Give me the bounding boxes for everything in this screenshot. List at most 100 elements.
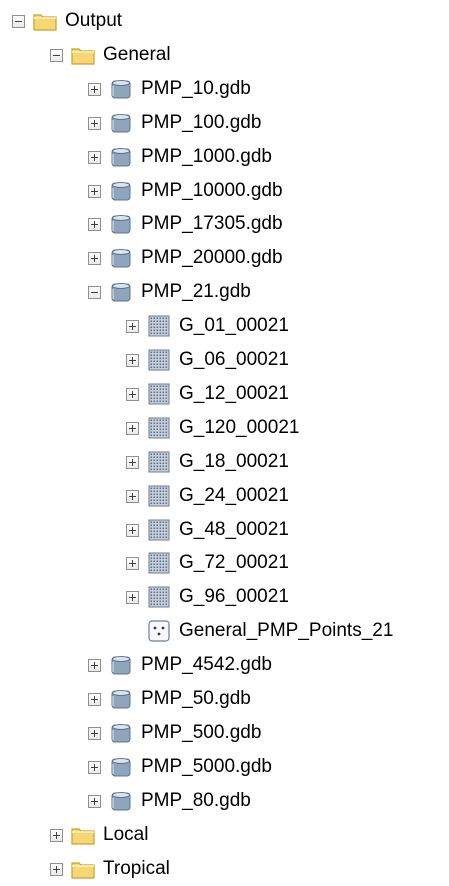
tree-node-label: PMP_500.gdb xyxy=(141,722,262,743)
geodatabase-icon xyxy=(109,721,133,745)
tree-node-g-24-00021[interactable]: G_24_00021 xyxy=(126,481,289,511)
expand-toggle-icon[interactable] xyxy=(88,82,101,96)
tree-node-label: PMP_4542.gdb xyxy=(141,654,272,675)
tree-node-label: G_01_00021 xyxy=(179,315,289,336)
tree-node-label: PMP_1000.gdb xyxy=(141,146,272,167)
expand-toggle-icon[interactable] xyxy=(88,794,101,808)
tree-node-label: PMP_21.gdb xyxy=(141,281,251,302)
tree-node-g-06-00021[interactable]: G_06_00021 xyxy=(126,345,289,375)
expand-toggle-icon[interactable] xyxy=(126,319,139,333)
expand-toggle-icon[interactable] xyxy=(88,150,101,164)
expand-toggle-icon[interactable] xyxy=(88,184,101,198)
expand-toggle-icon[interactable] xyxy=(88,217,101,231)
expand-toggle-icon[interactable] xyxy=(126,556,139,570)
tree-node-pmp-1000-gdb[interactable]: PMP_1000.gdb xyxy=(88,142,272,172)
raster-icon xyxy=(147,518,171,542)
tree-node-label: PMP_20000.gdb xyxy=(141,247,283,268)
tree-node-g-96-00021[interactable]: G_96_00021 xyxy=(126,582,289,612)
tree-node-pmp-10000-gdb[interactable]: PMP_10000.gdb xyxy=(88,176,283,206)
collapse-toggle-icon[interactable] xyxy=(50,48,63,62)
expand-toggle-icon[interactable] xyxy=(88,251,101,265)
folder-icon xyxy=(71,857,95,881)
tree-node-general-pmp-points-21[interactable]: General_PMP_Points_21 xyxy=(126,616,393,646)
tree-node-label: PMP_17305.gdb xyxy=(141,213,283,234)
tree-node-pmp-5000-gdb[interactable]: PMP_5000.gdb xyxy=(88,752,272,782)
folder-icon xyxy=(33,9,57,33)
folder-icon xyxy=(71,43,95,67)
raster-icon xyxy=(147,450,171,474)
tree-node-label: Tropical xyxy=(103,858,170,879)
tree-node-label: G_12_00021 xyxy=(179,383,289,404)
geodatabase-icon xyxy=(109,246,133,270)
tree-node-pmp-17305-gdb[interactable]: PMP_17305.gdb xyxy=(88,209,283,239)
tree-node-label: G_24_00021 xyxy=(179,485,289,506)
tree-node-label: PMP_80.gdb xyxy=(141,790,251,811)
collapse-toggle-icon[interactable] xyxy=(88,285,101,299)
raster-icon xyxy=(147,551,171,575)
tree-node-label: G_06_00021 xyxy=(179,349,289,370)
expand-toggle-icon[interactable] xyxy=(126,523,139,537)
raster-icon xyxy=(147,382,171,406)
tree-node-pmp-10-gdb[interactable]: PMP_10.gdb xyxy=(88,74,251,104)
expand-toggle-icon[interactable] xyxy=(126,353,139,367)
tree-node-g-18-00021[interactable]: G_18_00021 xyxy=(126,447,289,477)
tree-node-label: PMP_10.gdb xyxy=(141,78,251,99)
expand-toggle-icon[interactable] xyxy=(88,726,101,740)
geodatabase-icon xyxy=(109,212,133,236)
tree-node-label: G_120_00021 xyxy=(179,417,300,438)
expander-placeholder xyxy=(126,625,139,638)
expand-toggle-icon[interactable] xyxy=(126,590,139,604)
tree-node-pmp-100-gdb[interactable]: PMP_100.gdb xyxy=(88,108,261,138)
tree-node-label: G_72_00021 xyxy=(179,552,289,573)
expand-toggle-icon[interactable] xyxy=(88,760,101,774)
expand-toggle-icon[interactable] xyxy=(126,489,139,503)
raster-icon xyxy=(147,416,171,440)
geodatabase-icon xyxy=(109,755,133,779)
raster-icon xyxy=(147,314,171,338)
geodatabase-icon xyxy=(109,111,133,135)
tree-node-g-120-00021[interactable]: G_120_00021 xyxy=(126,413,299,443)
geodatabase-icon xyxy=(109,789,133,813)
geodatabase-icon xyxy=(109,653,133,677)
tree-node-g-01-00021[interactable]: G_01_00021 xyxy=(126,311,289,341)
raster-icon xyxy=(147,484,171,508)
expand-toggle-icon[interactable] xyxy=(50,862,63,876)
expand-toggle-icon[interactable] xyxy=(126,455,139,469)
tree-node-local[interactable]: Local xyxy=(50,820,148,850)
raster-icon xyxy=(147,585,171,609)
tree-node-pmp-20000-gdb[interactable]: PMP_20000.gdb xyxy=(88,243,283,273)
tree-node-pmp-80-gdb[interactable]: PMP_80.gdb xyxy=(88,786,251,816)
geodatabase-icon xyxy=(109,280,133,304)
tree-node-g-12-00021[interactable]: G_12_00021 xyxy=(126,379,289,409)
tree-node-general[interactable]: General xyxy=(50,40,171,70)
folder-icon xyxy=(71,823,95,847)
expand-toggle-icon[interactable] xyxy=(88,116,101,130)
tree-node-label: PMP_10000.gdb xyxy=(141,180,283,201)
expand-toggle-icon[interactable] xyxy=(126,387,139,401)
tree-node-g-48-00021[interactable]: G_48_00021 xyxy=(126,515,289,545)
expand-toggle-icon[interactable] xyxy=(126,421,139,435)
tree-node-pmp-4542-gdb[interactable]: PMP_4542.gdb xyxy=(88,650,272,680)
expand-toggle-icon[interactable] xyxy=(88,658,101,672)
collapse-toggle-icon[interactable] xyxy=(12,14,25,28)
tree-node-label: PMP_100.gdb xyxy=(141,112,262,133)
geodatabase-icon xyxy=(109,145,133,169)
raster-icon xyxy=(147,348,171,372)
tree-node-pmp-50-gdb[interactable]: PMP_50.gdb xyxy=(88,684,251,714)
point-feature-class-icon xyxy=(147,619,171,643)
expand-toggle-icon[interactable] xyxy=(50,828,63,842)
tree-node-label: General xyxy=(103,44,171,65)
tree-node-output[interactable]: Output xyxy=(12,6,122,36)
geodatabase-icon xyxy=(109,77,133,101)
tree-node-g-72-00021[interactable]: G_72_00021 xyxy=(126,548,289,578)
expand-toggle-icon[interactable] xyxy=(88,692,101,706)
catalog-tree: Output General PMP_10.gdb PMP_100.gdb PMP_10… xyxy=(0,0,449,886)
tree-node-tropical[interactable]: Tropical xyxy=(50,854,170,884)
tree-node-pmp-500-gdb[interactable]: PMP_500.gdb xyxy=(88,718,261,748)
tree-node-label: G_96_00021 xyxy=(179,586,289,607)
geodatabase-icon xyxy=(109,687,133,711)
tree-node-label: Output xyxy=(65,10,123,31)
tree-node-label: General_PMP_Points_21 xyxy=(179,620,394,641)
tree-node-label: G_48_00021 xyxy=(179,519,289,540)
tree-node-pmp-21-gdb[interactable]: PMP_21.gdb xyxy=(88,277,251,307)
